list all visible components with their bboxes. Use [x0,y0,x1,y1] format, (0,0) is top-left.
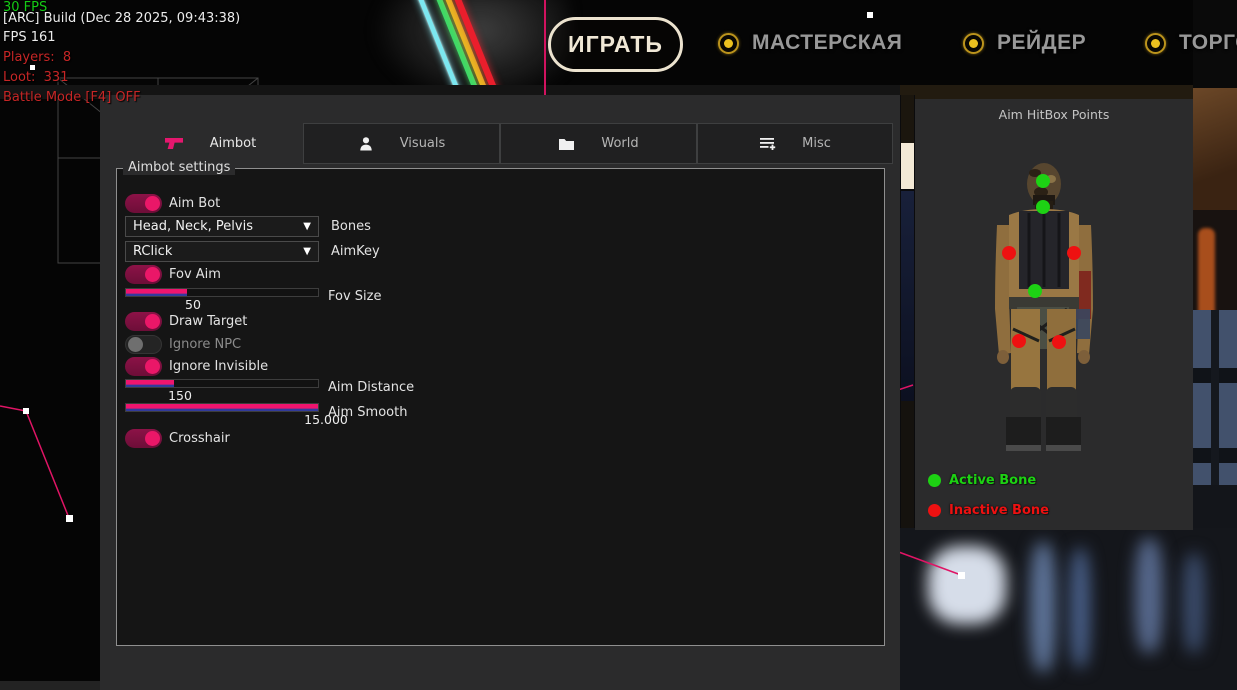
hitbox-panel-title: Aim HitBox Points [915,107,1193,122]
scene-band-right [900,85,1237,99]
cheat-menu-panel: Aimbot Visuals World Misc Aimbot setting… [100,95,900,690]
bone-dot-left-thigh[interactable] [1012,334,1026,348]
scene-band-bottom [0,681,100,690]
bone-dot-pelvis[interactable] [1028,284,1042,298]
window-panes [1193,310,1237,485]
fps-line: FPS 161 [3,30,56,45]
draw-target-toggle[interactable] [125,312,162,331]
chevron-down-icon: ▼ [303,246,311,257]
scene-bottom-right [900,528,1237,690]
aim-smooth-label: Aim Smooth [328,405,407,420]
legend-active-bone: Active Bone [928,473,1036,488]
light-streak [1070,548,1090,668]
tab-misc[interactable]: Misc [697,123,893,164]
ignore-npc-toggle[interactable] [125,335,162,354]
folder-icon [558,137,575,151]
aimkey-label: AimKey [331,244,380,259]
toggle-knob [145,196,160,211]
bones-select[interactable]: Head, Neck, Pelvis ▼ [125,216,319,237]
toggle-knob [145,267,160,282]
inactive-bone-dot [928,504,941,517]
pistol-icon [164,136,184,151]
pane-bar [1211,310,1219,485]
aim-distance-slider[interactable] [125,379,319,388]
fov-aim-toggle[interactable] [125,265,162,284]
play-button[interactable]: ИГРАТЬ [548,17,683,72]
playlist-add-icon [759,136,776,151]
gap-light-window [901,143,914,189]
slider-fill [126,380,174,387]
bone-dot-right-thigh[interactable] [1052,335,1066,349]
build-info: [ARC] Build (Dec 28 2025, 09:43:38) [3,11,240,26]
players-line: Players: 8 [3,50,71,65]
light-streak [1030,542,1056,672]
light-streak [1135,538,1163,653]
rusty-wall [1193,88,1237,210]
battle-mode-line: Battle Mode [F4] OFF [3,90,141,105]
menu-item-raider[interactable]: РЕЙДЕР [963,29,1086,57]
coin-icon [963,33,984,54]
light-streak [1183,553,1205,653]
aimkey-select[interactable]: RClick ▼ [125,241,319,262]
crosshair-toggle[interactable] [125,429,162,448]
ignore-invisible-label: Ignore Invisible [169,359,268,374]
coin-icon [718,33,739,54]
aimkey-select-value: RClick [133,244,172,259]
bone-dot-neck[interactable] [1036,200,1050,214]
fov-size-slider[interactable] [125,288,319,297]
menu-item-label: ТОРГО [1179,31,1237,55]
draw-target-label: Draw Target [169,314,247,329]
slider-fill [126,404,318,411]
tab-aimbot[interactable]: Aimbot [130,123,290,164]
aim-bot-toggle[interactable] [125,194,162,213]
orange-pillar [1198,228,1215,320]
toggle-knob [145,359,160,374]
bone-dot-head[interactable] [1036,174,1050,188]
fov-size-value: 50 [163,297,223,312]
fov-aim-label: Fov Aim [169,267,221,282]
bones-select-value: Head, Neck, Pelvis [133,219,253,234]
toggle-knob [145,431,160,446]
menu-item-label: РЕЙДЕР [997,31,1086,55]
legend-inactive-bone: Inactive Bone [928,503,1049,518]
gap-dark-window [901,191,914,401]
active-bone-label: Active Bone [949,473,1036,488]
person-icon [358,136,374,152]
slider-fill [126,289,187,296]
tab-label: World [601,136,638,151]
light-glow [928,546,1006,624]
hitbox-panel: Aim HitBox Points [915,99,1193,530]
chevron-down-icon: ▼ [303,221,311,232]
tab-label: Visuals [400,136,446,151]
menu-item-trader[interactable]: ТОРГО [1145,29,1237,57]
game-screen: 30 FPS [ARC] Build (Dec 28 2025, 09:43:3… [0,0,1237,690]
inactive-bone-label: Inactive Bone [949,503,1049,518]
gap-olive [901,95,914,143]
aimbot-settings-group: Aimbot settings Aim Bot Head, Neck, Pelv… [116,168,885,646]
tab-world[interactable]: World [500,123,697,164]
tab-label: Aimbot [210,136,256,151]
ignore-invisible-toggle[interactable] [125,357,162,376]
coin-icon [1145,33,1166,54]
aim-smooth-slider[interactable] [125,403,319,412]
fov-size-label: Fov Size [328,289,381,304]
aim-bot-label: Aim Bot [169,196,220,211]
menu-item-label: МАСТЕРСКАЯ [752,31,902,55]
aim-distance-value: 150 [150,388,210,403]
crosshair-label: Crosshair [169,431,230,446]
ignore-npc-label: Ignore NPC [169,337,241,352]
bones-label: Bones [331,219,371,234]
bone-dot-left-shoulder[interactable] [1002,246,1016,260]
toggle-knob [145,314,160,329]
bone-dot-right-shoulder[interactable] [1067,246,1081,260]
loot-line: Loot: 331 [3,70,68,85]
aim-distance-label: Aim Distance [328,380,414,395]
active-bone-dot [928,474,941,487]
tab-visuals[interactable]: Visuals [303,123,500,164]
group-title: Aimbot settings [123,160,235,175]
toggle-knob [128,337,143,352]
tab-label: Misc [802,136,831,151]
menu-item-workshop[interactable]: МАСТЕРСКАЯ [718,29,902,57]
